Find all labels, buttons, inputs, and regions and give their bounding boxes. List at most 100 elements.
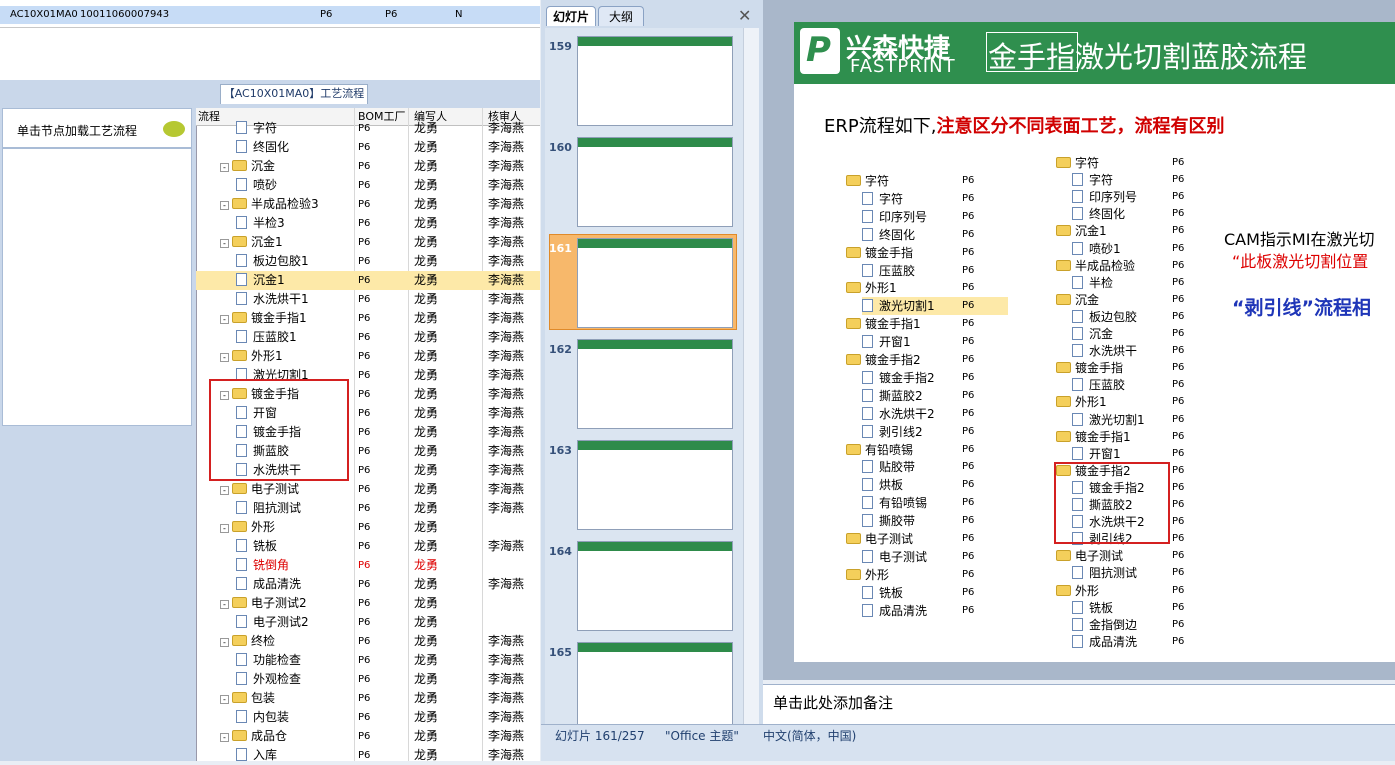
tree-row[interactable]: 沉金1 P6 龙勇 李海燕	[196, 271, 540, 290]
top-grid-row[interactable]: AC10X01MA0 10011060007943 P6 P6 N	[0, 6, 540, 24]
tree-node-label[interactable]: 阻抗测试	[236, 499, 301, 518]
tree-node-label[interactable]: - 外形1	[220, 347, 283, 366]
tree-row[interactable]: - 包装 P6 龙勇 李海燕	[196, 689, 540, 708]
flow-node[interactable]: 水洗烘干 P6	[1072, 342, 1184, 360]
flow-node[interactable]: 外形 P6	[846, 566, 974, 584]
slide-thumbnail[interactable]	[577, 541, 733, 631]
flow-node[interactable]: 字符 P6	[862, 190, 974, 208]
flow-node[interactable]: 沉金 P6	[1056, 291, 1184, 309]
tree-node-label[interactable]: 外观检查	[236, 670, 301, 689]
collapse-icon[interactable]: -	[220, 524, 229, 533]
flow-node[interactable]: 终固化 P6	[1072, 205, 1184, 223]
collapse-icon[interactable]: -	[220, 315, 229, 324]
tree-row[interactable]: 阻抗测试 P6 龙勇 李海燕	[196, 499, 540, 518]
tree-row[interactable]: 半检3 P6 龙勇 李海燕	[196, 214, 540, 233]
tree-node-label[interactable]: 功能检查	[236, 651, 301, 670]
flow-node[interactable]: 镀金手指 P6	[846, 244, 974, 262]
tree-row[interactable]: - 镀金手指1 P6 龙勇 李海燕	[196, 309, 540, 328]
tree-row[interactable]: 功能检查 P6 龙勇 李海燕	[196, 651, 540, 670]
cam-note[interactable]: CAM指示MI在激光切	[1224, 226, 1374, 250]
flow-node[interactable]: 半检 P6	[1072, 274, 1184, 292]
flow-node[interactable]: 剥引线2 P6	[862, 423, 974, 441]
tree-node-label[interactable]: 半检3	[236, 214, 285, 233]
flow-node[interactable]: 铣板 P6	[862, 584, 974, 602]
flow-node[interactable]: 印序列号 P6	[1072, 188, 1184, 206]
tree-node-label[interactable]: - 终检	[220, 632, 275, 651]
tree-row[interactable]: 板边包胶1 P6 龙勇 李海燕	[196, 252, 540, 271]
flow-node[interactable]: 镀金手指2 P6	[862, 369, 974, 387]
collapse-icon[interactable]: -	[220, 486, 229, 495]
tree-node-label[interactable]: 水洗烘干1	[236, 290, 309, 309]
tree-node-label[interactable]: 铣板	[236, 537, 277, 556]
tree-node-label[interactable]: - 半成品检验3	[220, 195, 319, 214]
flow-node[interactable]: 字符 P6	[846, 172, 974, 190]
flow-node[interactable]: 电子测试 P6	[862, 548, 974, 566]
tree-row[interactable]: - 外形 P6 龙勇	[196, 518, 540, 537]
tree-node-label[interactable]: - 沉金1	[220, 233, 283, 252]
tree-node-label[interactable]: - 电子测试2	[220, 594, 307, 613]
tree-row[interactable]: - 电子测试 P6 龙勇 李海燕	[196, 480, 540, 499]
tree-row[interactable]: - 沉金 P6 龙勇 李海燕	[196, 157, 540, 176]
flow-node[interactable]: 压蓝胶 P6	[1072, 376, 1184, 394]
flow-node[interactable]: 沉金 P6	[1072, 325, 1184, 343]
tree-row[interactable]: - 半成品检验3 P6 龙勇 李海燕	[196, 195, 540, 214]
tree-node-label[interactable]: 入库	[236, 746, 277, 765]
tree-row[interactable]: 铣板 P6 龙勇 李海燕	[196, 537, 540, 556]
tree-row[interactable]: 压蓝胶1 P6 龙勇 李海燕	[196, 328, 540, 347]
flow-node[interactable]: 电子测试 P6	[1056, 547, 1184, 565]
tree-node-label[interactable]: - 包装	[220, 689, 275, 708]
flow-node[interactable]: 镀金手指 P6	[1056, 359, 1184, 377]
flow-node[interactable]: 外形1 P6	[846, 279, 974, 297]
tree-node-label[interactable]: - 成品仓	[220, 727, 287, 746]
thumbnail-scrollbar[interactable]	[743, 28, 759, 724]
flow-node[interactable]: 金指倒边 P6	[1072, 616, 1184, 634]
flow-node[interactable]: 撕胶带 P6	[862, 512, 974, 530]
tree-row[interactable]: 字符 P6 龙勇 李海燕	[196, 119, 540, 138]
flow-node[interactable]: 字符 P6	[1072, 171, 1184, 189]
close-icon[interactable]: ✕	[738, 6, 751, 25]
tree-row[interactable]: - 沉金1 P6 龙勇 李海燕	[196, 233, 540, 252]
collapse-icon[interactable]: -	[220, 695, 229, 704]
erp-note[interactable]: ERP流程如下,注意区分不同表面工艺，流程有区别	[824, 112, 1224, 138]
flow-node[interactable]: 镀金手指2 P6	[846, 351, 974, 369]
slide-thumbnail[interactable]	[577, 339, 733, 429]
flow-node[interactable]: 外形 P6	[1056, 582, 1184, 600]
slide-thumbnail[interactable]	[577, 642, 733, 732]
flow-node[interactable]: 成品清洗 P6	[862, 602, 974, 620]
tab-slides[interactable]: 幻灯片	[546, 6, 596, 26]
flow-node[interactable]: 有铅喷锡 P6	[862, 494, 974, 512]
tree-row[interactable]: 电子测试2 P6 龙勇	[196, 613, 540, 632]
tree-row[interactable]: 水洗烘干1 P6 龙勇 李海燕	[196, 290, 540, 309]
flow-node[interactable]: 镀金手指1 P6	[846, 315, 974, 333]
tree-row[interactable]: - 终检 P6 龙勇 李海燕	[196, 632, 540, 651]
slide-thumbnail[interactable]	[577, 137, 733, 227]
flow-node[interactable]: 镀金手指1 P6	[1056, 428, 1184, 446]
tree-row[interactable]: - 电子测试2 P6 龙勇	[196, 594, 540, 613]
tree-node-label[interactable]: 沉金1	[236, 271, 285, 290]
cam-quote[interactable]: “此板激光切割位置	[1232, 248, 1368, 272]
flow-node[interactable]: 字符 P6	[1056, 154, 1184, 172]
flow-node[interactable]: 外形1 P6	[1056, 393, 1184, 411]
collapse-icon[interactable]: -	[220, 201, 229, 210]
flow-node[interactable]: 开窗1 P6	[1072, 445, 1184, 463]
tree-row[interactable]: 外观检查 P6 龙勇 李海燕	[196, 670, 540, 689]
tree-node-label[interactable]: 终固化	[236, 138, 289, 157]
collapse-icon[interactable]: -	[220, 163, 229, 172]
flow-node[interactable]: 半成品检验 P6	[1056, 257, 1184, 275]
process-tab[interactable]: 【AC10X01MA0】工艺流程	[220, 84, 368, 104]
tree-row[interactable]: 入库 P6 龙勇 李海燕	[196, 746, 540, 765]
tree-row[interactable]: 终固化 P6 龙勇 李海燕	[196, 138, 540, 157]
flow-node[interactable]: 铣板 P6	[1072, 599, 1184, 617]
tree-node-label[interactable]: - 外形	[220, 518, 275, 537]
flow-node[interactable]: 烘板 P6	[862, 476, 974, 494]
flow-node[interactable]: 撕蓝胶2 P6	[862, 387, 974, 405]
tree-row[interactable]: 喷砂 P6 龙勇 李海燕	[196, 176, 540, 195]
tree-row[interactable]: - 成品仓 P6 龙勇 李海燕	[196, 727, 540, 746]
slide-thumbnail[interactable]	[577, 440, 733, 530]
slide-title[interactable]: 金手指激光切割蓝胶流程	[988, 34, 1307, 76]
flow-node[interactable]: 印序列号 P6	[862, 208, 974, 226]
status-language[interactable]: 中文(简体，中国)	[763, 725, 856, 747]
flow-node[interactable]: 阻抗测试 P6	[1072, 564, 1184, 582]
tree-node-label[interactable]: - 沉金	[220, 157, 275, 176]
tree-row[interactable]: - 外形1 P6 龙勇 李海燕	[196, 347, 540, 366]
